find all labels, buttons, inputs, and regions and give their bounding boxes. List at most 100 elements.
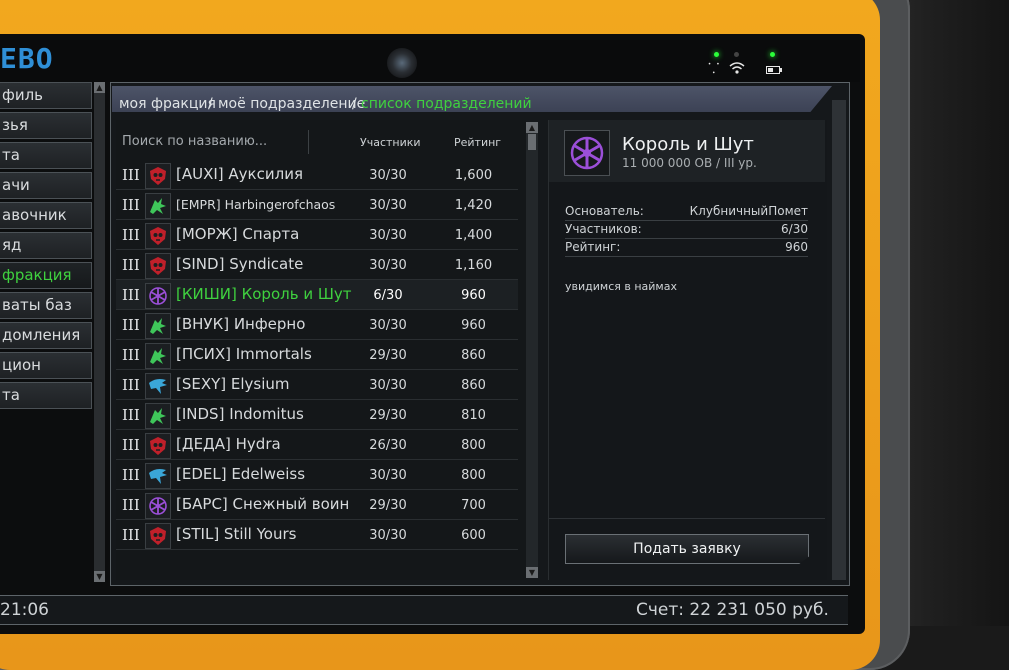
list-header: Поиск по названию... Участники Рейтинг	[116, 128, 518, 158]
header-divider	[308, 130, 309, 154]
breadcrumb-separator: /	[352, 96, 357, 112]
table-row[interactable]: III [INDS] Indomitus 29/30 810	[116, 400, 518, 430]
unit-name: [SEXY] Elysium	[176, 375, 290, 393]
battery-icon	[766, 66, 782, 74]
purple-rune-icon	[145, 283, 171, 309]
tier-label: III	[122, 346, 140, 364]
signal-led	[714, 52, 719, 57]
founder-label: Основатель:	[565, 204, 644, 218]
unit-name: [INDS] Indomitus	[176, 405, 304, 423]
table-row[interactable]: III [ВНУК] Инферно 30/30 960	[116, 310, 518, 340]
scroll-up-icon[interactable]: ▲	[526, 122, 538, 133]
unit-list: Поиск по названию... Участники Рейтинг I…	[116, 120, 526, 580]
unit-rating: 860	[461, 378, 486, 393]
unit-name: [STIL] Still Yours	[176, 525, 297, 543]
antenna-icon: ⸪	[708, 61, 720, 77]
sidebar-item[interactable]: яд	[0, 232, 92, 259]
unit-subtitle: 11 000 000 ОВ / III ур.	[622, 156, 757, 170]
unit-name: [БАРС] Снежный воин	[176, 495, 350, 513]
sidebar-scrollbar[interactable]: ▲ ▼	[94, 82, 105, 582]
table-row[interactable]: III [STIL] Still Yours 30/30 600	[116, 520, 518, 550]
unit-participants: 30/30	[369, 228, 407, 243]
breadcrumb-my-unit[interactable]: моё подразделение	[218, 96, 365, 112]
status-bar: 21:06 Счет: 22 231 050 руб.	[0, 595, 848, 625]
unit-name: [ДЕДА] Hydra	[176, 435, 281, 453]
detail-scrollbar[interactable]	[832, 100, 846, 580]
blue-eagle-icon	[145, 373, 171, 399]
scroll-down-icon[interactable]: ▼	[94, 571, 105, 582]
clock: 21:06	[0, 600, 49, 620]
red-skull-icon	[145, 523, 171, 549]
tier-label: III	[122, 436, 140, 454]
tier-label: III	[122, 256, 140, 274]
rating-value: 960	[785, 240, 808, 254]
unit-title: Король и Шут	[622, 134, 754, 155]
breadcrumb: моя фракция / моё подразделение / список…	[112, 86, 832, 112]
red-skull-icon	[145, 163, 171, 189]
unit-name: [SIND] Syndicate	[176, 255, 304, 273]
red-skull-icon	[145, 433, 171, 459]
unit-rating: 860	[461, 348, 486, 363]
camera-icon	[387, 48, 417, 78]
sidebar-item[interactable]: филь	[0, 82, 92, 109]
table-row[interactable]: III [ПСИХ] Immortals 29/30 860	[116, 340, 518, 370]
unit-name: [EMPR] Harbingerofchaos	[176, 197, 336, 212]
unit-participants: 30/30	[369, 318, 407, 333]
purple-rune-icon	[564, 130, 610, 176]
sidebar-item[interactable]: ачи	[0, 172, 92, 199]
red-skull-icon	[145, 253, 171, 279]
unit-participants: 26/30	[369, 438, 407, 453]
unit-participants: 6/30	[373, 288, 403, 303]
unit-name: [ПСИХ] Immortals	[176, 345, 312, 363]
founder-value: КлубничныйПомет	[689, 204, 808, 218]
list-scrollbar[interactable]: ▲ ▼	[526, 122, 538, 578]
table-row[interactable]: III [EMPR] Harbingerofchaos 30/30 1,420	[116, 190, 518, 220]
breadcrumb-unit-list: список подразделений	[361, 96, 532, 112]
apply-button[interactable]: Подать заявку	[565, 534, 809, 564]
unit-name: [КИШИ] Король и Шут	[176, 285, 352, 303]
sidebar-item[interactable]: зья	[0, 112, 92, 139]
search-input[interactable]: Поиск по названию...	[122, 134, 307, 149]
scroll-thumb[interactable]	[528, 134, 536, 150]
table-row[interactable]: III [БАРС] Снежный воин 29/30 700	[116, 490, 518, 520]
table-row[interactable]: III [SIND] Syndicate 30/30 1,160	[116, 250, 518, 280]
sidebar-item[interactable]: авочник	[0, 202, 92, 229]
column-header-rating[interactable]: Рейтинг	[454, 136, 501, 149]
unit-name: [ВНУК] Инферно	[176, 315, 306, 333]
scroll-down-icon[interactable]: ▼	[526, 567, 538, 578]
members-label: Участников:	[565, 222, 642, 236]
sidebar-item[interactable]: та	[0, 142, 92, 169]
wifi-led	[734, 52, 739, 57]
account-balance: Счет: 22 231 050 руб.	[636, 600, 829, 620]
divider	[549, 518, 825, 519]
unit-rating: 600	[461, 528, 486, 543]
wifi-icon	[729, 61, 745, 78]
founder-row: Основатель: КлубничныйПомет	[565, 202, 808, 221]
unit-name: [AUXI] Ауксилия	[176, 165, 303, 183]
unit-participants: 30/30	[369, 258, 407, 273]
unit-rating: 1,160	[454, 258, 493, 273]
sidebar-item[interactable]: та	[0, 382, 92, 409]
table-row[interactable]: III [AUXI] Ауксилия 30/30 1,600	[116, 160, 518, 190]
unit-details: Король и Шут 11 000 000 ОВ / III ур. Осн…	[548, 120, 827, 580]
table-row[interactable]: III [ДЕДА] Hydra 26/30 800	[116, 430, 518, 460]
members-row: Участников: 6/30	[565, 220, 808, 239]
sidebar-item[interactable]: цион	[0, 352, 92, 379]
table-row[interactable]: III [МОРЖ] Спарта 30/30 1,400	[116, 220, 518, 250]
breadcrumb-my-faction[interactable]: моя фракция	[119, 96, 216, 112]
members-value: 6/30	[781, 222, 808, 236]
detail-header: Король и Шут 11 000 000 ОВ / III ур.	[549, 120, 825, 182]
tier-label: III	[122, 226, 140, 244]
sidebar-item[interactable]: домления	[0, 322, 92, 349]
tier-label: III	[122, 286, 140, 304]
sidebar-item[interactable]: ваты баз	[0, 292, 92, 319]
table-row[interactable]: III [EDEL] Edelweiss 30/30 800	[116, 460, 518, 490]
table-row[interactable]: III [SEXY] Elysium 30/30 860	[116, 370, 518, 400]
breadcrumb-separator: /	[208, 96, 213, 112]
app-logo: ЕВО	[0, 42, 54, 75]
scroll-up-icon[interactable]: ▲	[94, 82, 105, 93]
tier-label: III	[122, 316, 140, 334]
table-row[interactable]: III [КИШИ] Король и Шут 6/30 960	[116, 280, 518, 310]
column-header-participants[interactable]: Участники	[360, 136, 421, 149]
sidebar-item[interactable]: фракция	[0, 262, 92, 289]
